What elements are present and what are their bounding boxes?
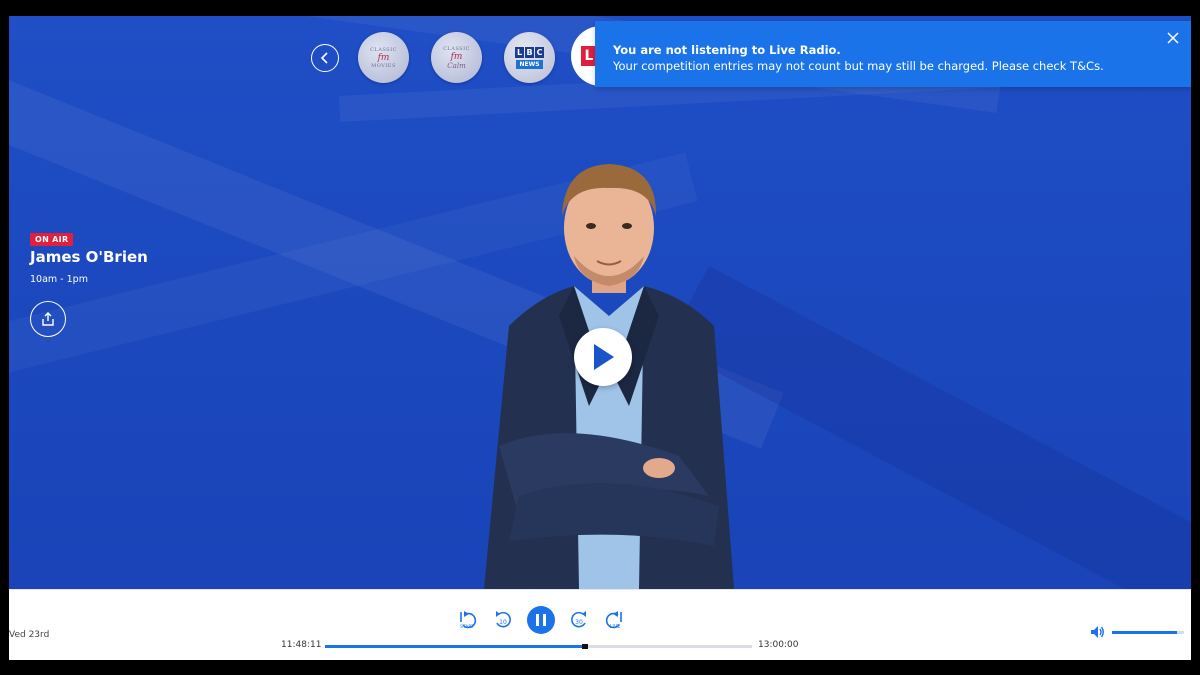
playback-controls: START 10 30 LIVE [455,606,627,634]
skip-to-start-button[interactable]: START [455,608,479,632]
skip-start-icon: START [460,611,477,630]
on-air-badge: ON AIR [30,233,74,246]
show-time: 10am - 1pm [30,274,88,285]
rewind-icon: 10 [496,611,511,628]
svg-text:10: 10 [499,619,507,626]
date-label: Ved 23rd [9,630,50,640]
forward-icon: 30 [571,611,586,628]
progress-bar[interactable] [325,644,752,649]
svg-text:START: START [460,624,474,630]
elapsed-time: 11:48:11 [281,640,322,650]
play-button[interactable] [574,328,632,386]
stage-background: CLASSIC fm MOVIES CLASSIC fm Calm L B C … [9,16,1191,589]
station-classic-fm-calm[interactable]: CLASSIC fm Calm [431,32,482,83]
progress-fill [325,645,586,648]
station-lbc-news[interactable]: L B C NEWS [504,32,555,83]
notice-title: You are not listening to Live Radio. [613,43,841,57]
live-icon: LIVE [605,611,622,630]
carousel-back-button[interactable] [311,44,339,72]
play-icon [594,344,614,370]
volume-fill [1112,631,1177,634]
share-icon [42,312,54,326]
notice-body: Your competition entries may not count b… [613,59,1104,73]
app-frame: CLASSIC fm MOVIES CLASSIC fm Calm L B C … [9,16,1191,660]
close-icon[interactable] [1165,30,1181,46]
share-button[interactable] [30,301,66,337]
svg-text:30: 30 [575,619,583,626]
pause-button[interactable] [527,606,555,634]
go-live-button[interactable]: LIVE [603,608,627,632]
player-bar: Ved 23rd START 10 30 LIVE 11:48:11 13:00… [9,589,1191,660]
host-name: James O'Brien [30,248,148,266]
live-radio-notice: You are not listening to Live Radio. You… [595,21,1191,87]
rewind-10-button[interactable]: 10 [491,608,515,632]
volume-icon[interactable] [1089,624,1105,640]
svg-text:LIVE: LIVE [610,624,621,630]
forward-30-button[interactable]: 30 [567,608,591,632]
chevron-left-icon [320,52,328,64]
lbc-logo: L B C [515,46,544,58]
volume-slider[interactable] [1112,631,1184,634]
station-classic-fm-movies[interactable]: CLASSIC fm MOVIES [358,32,409,83]
pause-icon [536,614,546,626]
end-time: 13:00:00 [758,640,799,650]
progress-handle[interactable] [582,644,589,649]
